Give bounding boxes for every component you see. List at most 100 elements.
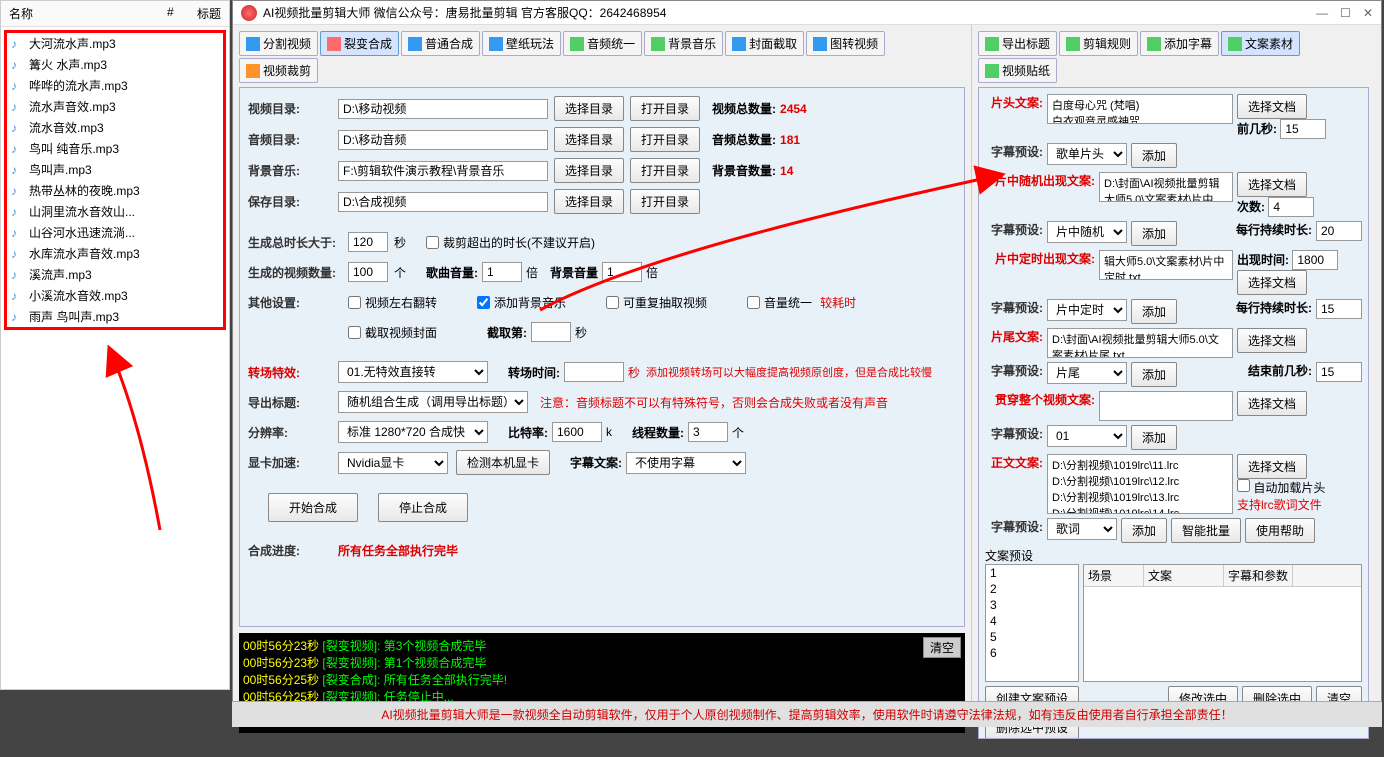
file-item[interactable]: ♪大河流水声.mp3 bbox=[7, 33, 223, 54]
tab-壁纸玩法[interactable]: 壁纸玩法 bbox=[482, 31, 561, 56]
volume-unify-checkbox[interactable] bbox=[747, 296, 760, 309]
file-item[interactable]: ♪热带丛林的夜晚.mp3 bbox=[7, 180, 223, 201]
head-presec-input[interactable] bbox=[1280, 119, 1326, 139]
whole-choose-button[interactable]: 选择文档 bbox=[1237, 391, 1307, 416]
main-sub-add[interactable]: 添加 bbox=[1121, 518, 1167, 543]
preset-list[interactable]: 123456 bbox=[985, 564, 1079, 682]
video-dir-choose[interactable]: 选择目录 bbox=[554, 96, 624, 121]
main-textarea[interactable]: D:\分割视频\1019lrc\11.lrc D:\分割视频\1019lrc\1… bbox=[1047, 454, 1233, 514]
preset-item[interactable]: 2 bbox=[986, 581, 1078, 597]
file-item[interactable]: ♪鸟叫声.mp3 bbox=[7, 159, 223, 180]
transition-select[interactable]: 01.无特效直接转 bbox=[338, 361, 488, 383]
totaldur-input[interactable] bbox=[348, 232, 388, 252]
main-choose-button[interactable]: 选择文档 bbox=[1237, 454, 1307, 479]
rtab-导出标题[interactable]: 导出标题 bbox=[978, 31, 1057, 56]
minimize-button[interactable]: — bbox=[1316, 6, 1328, 20]
file-item[interactable]: ♪鸟叫 纯音乐.mp3 bbox=[7, 138, 223, 159]
export-title-select[interactable]: 随机组合生成（调用导出标题） bbox=[338, 391, 528, 413]
save-dir-open[interactable]: 打开目录 bbox=[630, 189, 700, 214]
file-item[interactable]: ♪篝火 水声.mp3 bbox=[7, 54, 223, 75]
head-sub-select[interactable]: 歌单片头 bbox=[1047, 143, 1127, 165]
bg-vol-input[interactable] bbox=[602, 262, 642, 282]
file-item[interactable]: ♪水库流水声音效.mp3 bbox=[7, 243, 223, 264]
bgm-dir-choose[interactable]: 选择目录 bbox=[554, 158, 624, 183]
tail-sub-select[interactable]: 片尾 bbox=[1047, 362, 1127, 384]
whole-textarea[interactable] bbox=[1099, 391, 1233, 421]
tail-choose-button[interactable]: 选择文档 bbox=[1237, 328, 1307, 353]
autoload-checkbox[interactable] bbox=[1237, 479, 1250, 492]
tab-封面截取[interactable]: 封面截取 bbox=[725, 31, 804, 56]
preset-item[interactable]: 5 bbox=[986, 629, 1078, 645]
col-name[interactable]: 名称 bbox=[9, 5, 167, 22]
midrand-choose-button[interactable]: 选择文档 bbox=[1237, 172, 1307, 197]
preset-item[interactable]: 6 bbox=[986, 645, 1078, 661]
detect-gpu-button[interactable]: 检测本机显卡 bbox=[456, 450, 550, 475]
clear-log-button[interactable]: 清空 bbox=[923, 637, 961, 658]
audio-dir-open[interactable]: 打开目录 bbox=[630, 127, 700, 152]
main-sub-select[interactable]: 歌词 bbox=[1047, 518, 1117, 540]
help-button[interactable]: 使用帮助 bbox=[1245, 518, 1315, 543]
tab-视频裁剪[interactable]: 视频裁剪 bbox=[239, 58, 318, 83]
file-item[interactable]: ♪流水音效.mp3 bbox=[7, 117, 223, 138]
tab-裂变合成[interactable]: 裂变合成 bbox=[320, 31, 399, 56]
head-sub-add[interactable]: 添加 bbox=[1131, 143, 1177, 168]
midtime-sub-add[interactable]: 添加 bbox=[1131, 299, 1177, 324]
tab-图转视频[interactable]: 图转视频 bbox=[806, 31, 885, 56]
file-item[interactable]: ♪溪流声.mp3 bbox=[7, 264, 223, 285]
start-button[interactable]: 开始合成 bbox=[268, 493, 358, 522]
midtime-time-input[interactable] bbox=[1292, 250, 1338, 270]
bgm-dir-open[interactable]: 打开目录 bbox=[630, 158, 700, 183]
gpu-select[interactable]: Nvidia显卡 bbox=[338, 452, 448, 474]
midtime-dur-input[interactable] bbox=[1316, 299, 1362, 319]
whole-sub-add[interactable]: 添加 bbox=[1131, 425, 1177, 450]
crop-excess-checkbox[interactable] bbox=[426, 236, 439, 249]
flip-checkbox[interactable] bbox=[348, 296, 361, 309]
song-vol-input[interactable] bbox=[482, 262, 522, 282]
rtab-视频贴纸[interactable]: 视频贴纸 bbox=[978, 58, 1057, 83]
add-bgm-checkbox[interactable] bbox=[477, 296, 490, 309]
stop-button[interactable]: 停止合成 bbox=[378, 493, 468, 522]
tab-分割视频[interactable]: 分割视频 bbox=[239, 31, 318, 56]
rtab-文案素材[interactable]: 文案素材 bbox=[1221, 31, 1300, 56]
preset-item[interactable]: 1 bbox=[986, 565, 1078, 581]
audio-dir-choose[interactable]: 选择目录 bbox=[554, 127, 624, 152]
tail-textarea[interactable]: D:\封面\AI视频批量剪辑大师5.0\文案素材\片尾.txt bbox=[1047, 328, 1233, 358]
save-dir-choose[interactable]: 选择目录 bbox=[554, 189, 624, 214]
smart-batch-button[interactable]: 智能批量 bbox=[1171, 518, 1241, 543]
whole-sub-select[interactable]: 01 bbox=[1047, 425, 1127, 447]
bgm-dir-input[interactable] bbox=[338, 161, 548, 181]
midrand-sub-add[interactable]: 添加 bbox=[1131, 221, 1177, 246]
preset-item[interactable]: 3 bbox=[986, 597, 1078, 613]
repeat-extract-checkbox[interactable] bbox=[606, 296, 619, 309]
close-button[interactable]: ✕ bbox=[1363, 6, 1373, 20]
video-dir-input[interactable] bbox=[338, 99, 548, 119]
col-title[interactable]: 标题 bbox=[197, 5, 221, 22]
midrand-textarea[interactable]: D:\封面\AI视频批量剪辑大师5.0\文案素材\片中 bbox=[1099, 172, 1233, 202]
head-textarea[interactable]: 白度母心咒 (梵唱) 白衣观音灵感神咒 bbox=[1047, 94, 1233, 124]
tail-end-input[interactable] bbox=[1316, 362, 1362, 382]
maximize-button[interactable]: ☐ bbox=[1340, 6, 1351, 20]
audio-dir-input[interactable] bbox=[338, 130, 548, 150]
file-item[interactable]: ♪山谷河水迅速流淌... bbox=[7, 222, 223, 243]
resolution-select[interactable]: 标准 1280*720 合成快 bbox=[338, 421, 488, 443]
extract-frame-input[interactable] bbox=[531, 322, 571, 342]
midtime-sub-select[interactable]: 片中定时 bbox=[1047, 299, 1127, 321]
preset-item[interactable]: 4 bbox=[986, 613, 1078, 629]
gencount-input[interactable] bbox=[348, 262, 388, 282]
file-item[interactable]: ♪雨声 鸟叫声.mp3 bbox=[7, 306, 223, 327]
file-item[interactable]: ♪哗哗的流水声.mp3 bbox=[7, 75, 223, 96]
head-choose-button[interactable]: 选择文档 bbox=[1237, 94, 1307, 119]
save-dir-input[interactable] bbox=[338, 192, 548, 212]
tail-sub-add[interactable]: 添加 bbox=[1131, 362, 1177, 387]
bitrate-input[interactable] bbox=[552, 422, 602, 442]
file-item[interactable]: ♪小溪流水音效.mp3 bbox=[7, 285, 223, 306]
rtab-添加字幕[interactable]: 添加字幕 bbox=[1140, 31, 1219, 56]
col-hash[interactable]: # bbox=[167, 5, 197, 22]
tab-普通合成[interactable]: 普通合成 bbox=[401, 31, 480, 56]
midtime-textarea[interactable]: 辑大师5.0\文案素材\片中定时.txt bbox=[1099, 250, 1233, 280]
midrand-count-input[interactable] bbox=[1268, 197, 1314, 217]
subtitle-select[interactable]: 不使用字幕 bbox=[626, 452, 746, 474]
extract-cover-checkbox[interactable] bbox=[348, 326, 361, 339]
midrand-dur-input[interactable] bbox=[1316, 221, 1362, 241]
tab-背景音乐[interactable]: 背景音乐 bbox=[644, 31, 723, 56]
